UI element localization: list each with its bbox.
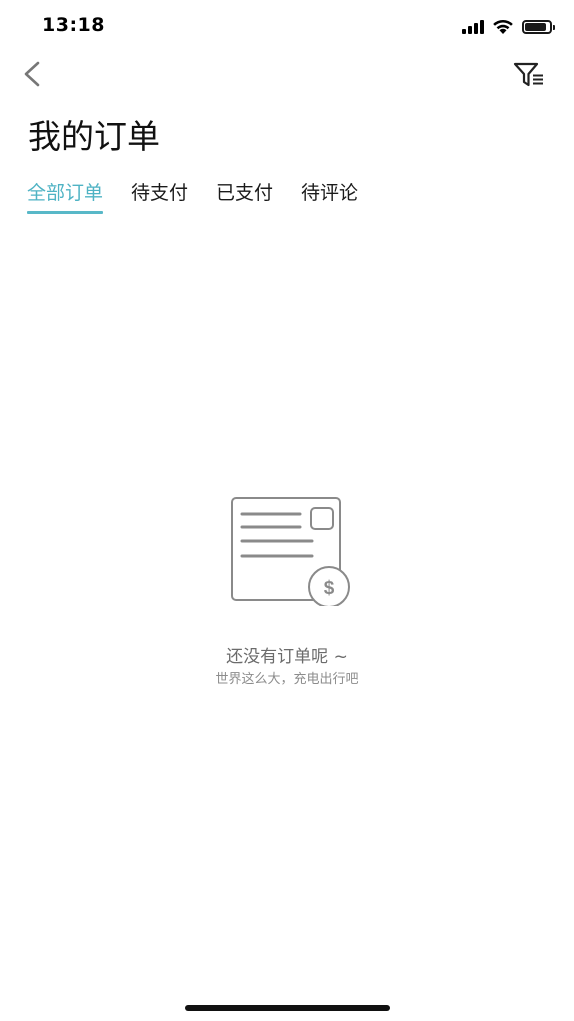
tab-label: 待支付 (131, 182, 189, 204)
order-tabs: 全部订单 待支付 已支付 待评论 (27, 180, 358, 214)
battery-icon (522, 20, 555, 34)
chevron-left-icon (24, 61, 40, 87)
home-indicator[interactable] (185, 1005, 390, 1011)
battery-cap (553, 25, 555, 30)
tab-label: 待评论 (301, 182, 359, 204)
tab-paid[interactable]: 已支付 (216, 180, 273, 214)
tab-label: 全部订单 (27, 182, 104, 204)
back-button[interactable] (14, 56, 50, 92)
tab-all-orders[interactable]: 全部订单 (27, 180, 104, 214)
empty-state-subtitle: 世界这么大，充电出行吧 (215, 672, 359, 687)
status-bar: 13:18 (0, 0, 574, 56)
tab-pending-review[interactable]: 待评论 (301, 180, 358, 214)
svg-text:$: $ (324, 578, 335, 599)
status-icons (462, 17, 555, 37)
page-title: 我的订单 (28, 117, 160, 156)
wifi-icon (493, 19, 513, 34)
battery-fill (525, 23, 547, 31)
empty-order-receipt-icon: $ (231, 497, 350, 606)
signal-icon (462, 20, 484, 34)
orders-screen: 13:18 我的订单 全部订单 待支付 已支付 待评论 $ 还没有订单呢 ~ 世… (0, 0, 574, 1021)
active-tab-indicator (27, 211, 104, 214)
empty-state-title: 还没有订单呢 ~ (226, 647, 348, 667)
status-time: 13:18 (42, 14, 105, 36)
filter-button[interactable] (512, 58, 548, 94)
tab-label: 已支付 (216, 182, 274, 204)
filter-list-icon (513, 62, 543, 87)
tab-pending-payment[interactable]: 待支付 (131, 180, 188, 214)
